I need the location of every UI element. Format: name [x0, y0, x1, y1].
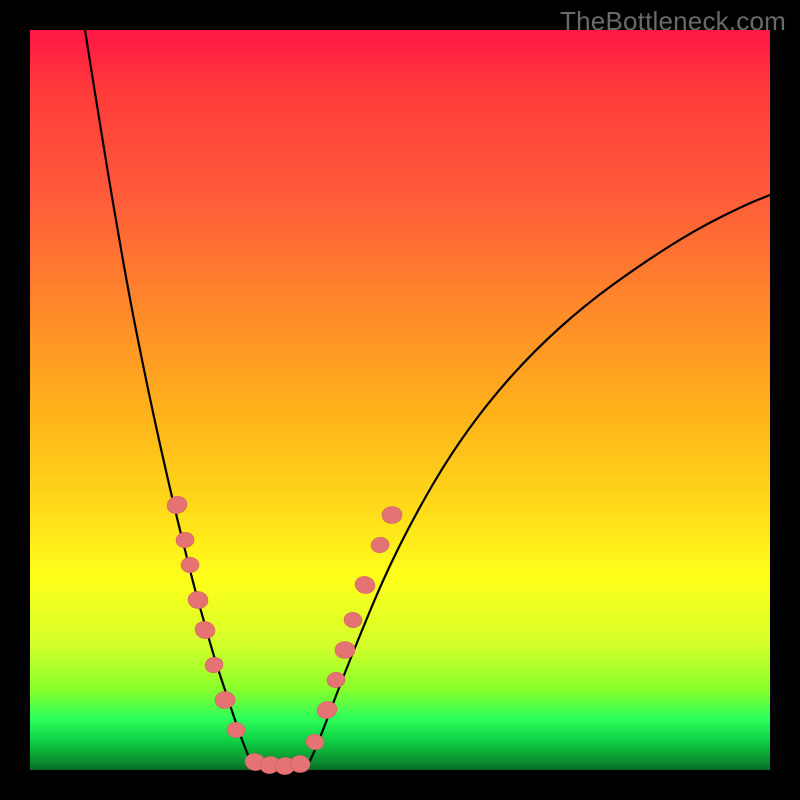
chart-frame: TheBottleneck.com [0, 0, 800, 800]
marker-dot [226, 722, 245, 739]
marker-dot [343, 611, 363, 628]
marker-dot [165, 494, 189, 516]
marker-dot [382, 506, 403, 524]
marker-dot [370, 536, 390, 554]
plot-area [30, 30, 770, 770]
marker-dot [215, 691, 236, 709]
marker-dot [290, 755, 311, 773]
right-curve-path [308, 195, 770, 765]
marker-dot [305, 733, 325, 751]
marker-dot [187, 591, 209, 610]
marker-dot [315, 699, 339, 720]
curve-layer [30, 30, 770, 770]
marker-dot [181, 557, 199, 573]
marker-dot [204, 656, 224, 674]
marker-dot [326, 671, 346, 688]
marker-dot [175, 531, 195, 549]
marker-dot [193, 619, 216, 640]
marker-group [165, 494, 402, 775]
marker-dot [335, 642, 355, 659]
marker-dot [353, 574, 377, 595]
left-curve-path [85, 30, 252, 765]
